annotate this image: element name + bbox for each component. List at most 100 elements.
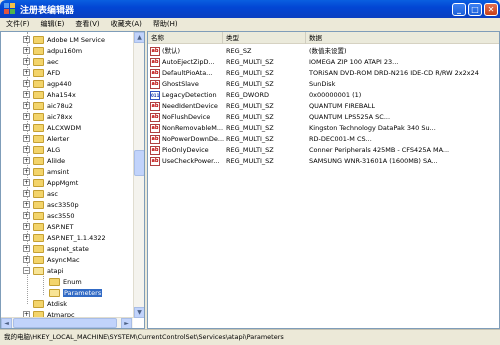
- expand-icon[interactable]: +: [23, 157, 30, 164]
- tree-item[interactable]: + AsyncMac: [23, 254, 80, 265]
- tree-item[interactable]: + asc3550: [23, 210, 75, 221]
- tree-item[interactable]: + amsint: [23, 166, 69, 177]
- tree-item[interactable]: + aec: [23, 56, 59, 67]
- expand-icon[interactable]: +: [23, 47, 30, 54]
- expand-icon[interactable]: +: [23, 179, 30, 186]
- list-row[interactable]: ab NeedIdentDevice REG_MULTI_SZ QUANTUM FIR…: [148, 101, 499, 112]
- tree-item[interactable]: + agp440: [23, 78, 72, 89]
- scroll-right-button[interactable]: ►: [121, 318, 132, 328]
- list-row[interactable]: ab GhostSlave REG_MULTI_SZ SunDisk: [148, 79, 499, 90]
- tree-item[interactable]: + adpu160m: [23, 45, 82, 56]
- folder-icon: [33, 101, 44, 110]
- tree-item[interactable]: + Adobe LM Service: [23, 34, 105, 45]
- tree-item[interactable]: + Aha154x: [23, 89, 76, 100]
- list-row[interactable]: 011 LegacyDetection REG_DWORD 0x00000001 (1…: [148, 90, 499, 101]
- tree-item-label: Parameters: [63, 288, 103, 297]
- expand-icon[interactable]: +: [23, 146, 30, 153]
- tree-item[interactable]: + aic78u2: [23, 100, 73, 111]
- tree-item[interactable]: + Alerter: [23, 133, 69, 144]
- list-row[interactable]: ab NoPowerDownDe... REG_MULTI_SZ RD-DEC001-…: [148, 134, 499, 145]
- tree-item[interactable]: + AliIde: [23, 155, 65, 166]
- list-row[interactable]: ab UseCheckPower... REG_MULTI_SZ SAMSUNG WN…: [148, 156, 499, 167]
- tree-item[interactable]: + asc3350p: [23, 199, 79, 210]
- column-header-type[interactable]: 类型: [223, 32, 306, 44]
- value-type: REG_MULTI_SZ: [226, 80, 274, 88]
- expand-icon[interactable]: +: [23, 113, 30, 120]
- column-header-data[interactable]: 数据: [306, 32, 499, 44]
- window-title: 注册表编辑器: [20, 5, 75, 16]
- title-bar: 注册表编辑器 _ □ ✕: [0, 0, 500, 18]
- tree-item[interactable]: + asc: [23, 188, 58, 199]
- tree-item[interactable]: + AppMgmt: [23, 177, 78, 188]
- expand-icon[interactable]: +: [23, 91, 30, 98]
- list-row[interactable]: ab PioOnlyDevice REG_MULTI_SZ Conner Periph…: [148, 145, 499, 156]
- tree-item[interactable]: + ALG: [23, 144, 60, 155]
- expand-icon[interactable]: +: [23, 80, 30, 87]
- tree-item[interactable]: Atdisk: [23, 298, 67, 309]
- tree-item-label: Adobe LM Service: [47, 35, 105, 44]
- hscroll-thumb[interactable]: [13, 318, 117, 328]
- menu-edit[interactable]: 编辑(E): [41, 19, 65, 29]
- expand-icon[interactable]: +: [23, 168, 30, 175]
- tree-item-label: ASP.NET: [47, 222, 74, 231]
- tree-item[interactable]: Parameters: [39, 287, 103, 298]
- tree-item[interactable]: + aic78xx: [23, 111, 72, 122]
- expand-icon[interactable]: +: [23, 223, 30, 230]
- tree-item[interactable]: + ASP.NET: [23, 221, 74, 232]
- tree-vertical-scrollbar[interactable]: ▲ ▼: [133, 32, 144, 318]
- column-header-name[interactable]: 名称: [148, 32, 223, 44]
- expand-icon[interactable]: +: [23, 135, 30, 142]
- menu-favorites[interactable]: 收藏夹(A): [111, 19, 142, 29]
- registry-values-list[interactable]: 名称 类型 数据 ab (默认) REG_SZ (数值未设置) ab AutoEjectZ…: [147, 31, 500, 329]
- expand-icon[interactable]: +: [23, 245, 30, 252]
- folder-icon: [33, 156, 44, 165]
- scroll-thumb[interactable]: [134, 150, 144, 176]
- expand-icon[interactable]: +: [23, 212, 30, 219]
- string-value-icon: ab: [150, 47, 160, 56]
- scroll-down-button[interactable]: ▼: [134, 307, 144, 318]
- tree-item-label: ALCXWDM: [47, 123, 82, 132]
- tree-item-label: Atdisk: [47, 299, 67, 308]
- tree-horizontal-scrollbar[interactable]: ◄ ►: [1, 317, 133, 328]
- folder-icon: [33, 222, 44, 231]
- expand-icon[interactable]: +: [23, 190, 30, 197]
- list-row[interactable]: ab (默认) REG_SZ (数值未设置): [148, 46, 499, 57]
- menu-file[interactable]: 文件(F): [6, 19, 30, 29]
- minimize-button[interactable]: _: [452, 2, 466, 16]
- menu-help[interactable]: 帮助(H): [153, 19, 178, 29]
- menu-view[interactable]: 查看(V): [75, 19, 99, 29]
- maximize-button[interactable]: □: [468, 2, 482, 16]
- value-data: QUANTUM FIREBALL: [309, 102, 376, 110]
- expand-icon[interactable]: +: [23, 256, 30, 263]
- value-type: REG_SZ: [226, 47, 252, 55]
- expand-icon[interactable]: +: [23, 58, 30, 65]
- expand-icon[interactable]: +: [23, 201, 30, 208]
- tree-item[interactable]: + AFD: [23, 67, 60, 78]
- string-value-icon: ab: [150, 69, 160, 78]
- tree-item[interactable]: + ALCXWDM: [23, 122, 81, 133]
- tree-item[interactable]: Enum: [39, 276, 82, 287]
- registry-key-tree[interactable]: + Adobe LM Service + adpu160m + aec + AFD + agp44…: [0, 31, 145, 329]
- expand-icon[interactable]: +: [23, 102, 30, 109]
- list-row[interactable]: ab DefaultPioAta... REG_MULTI_SZ TORiSAN DV…: [148, 68, 499, 79]
- scroll-left-button[interactable]: ◄: [1, 318, 12, 328]
- tree-item[interactable]: + ASP.NET_1.1.4322: [23, 232, 106, 243]
- tree-item[interactable]: + aspnet_state: [23, 243, 89, 254]
- expand-icon[interactable]: +: [23, 124, 30, 131]
- close-button[interactable]: ✕: [484, 2, 498, 16]
- list-row[interactable]: ab NonRemovableM... REG_MULTI_SZ Kingston T…: [148, 123, 499, 134]
- expand-icon[interactable]: +: [23, 36, 30, 43]
- tree-item[interactable]: − atapi: [23, 265, 63, 276]
- collapse-icon[interactable]: −: [23, 267, 30, 274]
- tree-item-label: asc3350p: [47, 200, 79, 209]
- expand-icon[interactable]: +: [23, 69, 30, 76]
- expand-icon[interactable]: +: [23, 234, 30, 241]
- folder-icon: [33, 255, 44, 264]
- tree-item-label: AppMgmt: [47, 178, 79, 187]
- folder-icon: [33, 244, 44, 253]
- list-row[interactable]: ab NoFlushDevice REG_MULTI_SZ QUANTUM LPS52…: [148, 112, 499, 123]
- folder-icon: [33, 200, 44, 209]
- list-row[interactable]: ab AutoEjectZipD... REG_MULTI_SZ IOMEGA ZIP…: [148, 57, 499, 68]
- scroll-up-button[interactable]: ▲: [134, 32, 144, 43]
- value-data: Conner Peripherals 425MB - CFS425A MA...: [309, 146, 450, 154]
